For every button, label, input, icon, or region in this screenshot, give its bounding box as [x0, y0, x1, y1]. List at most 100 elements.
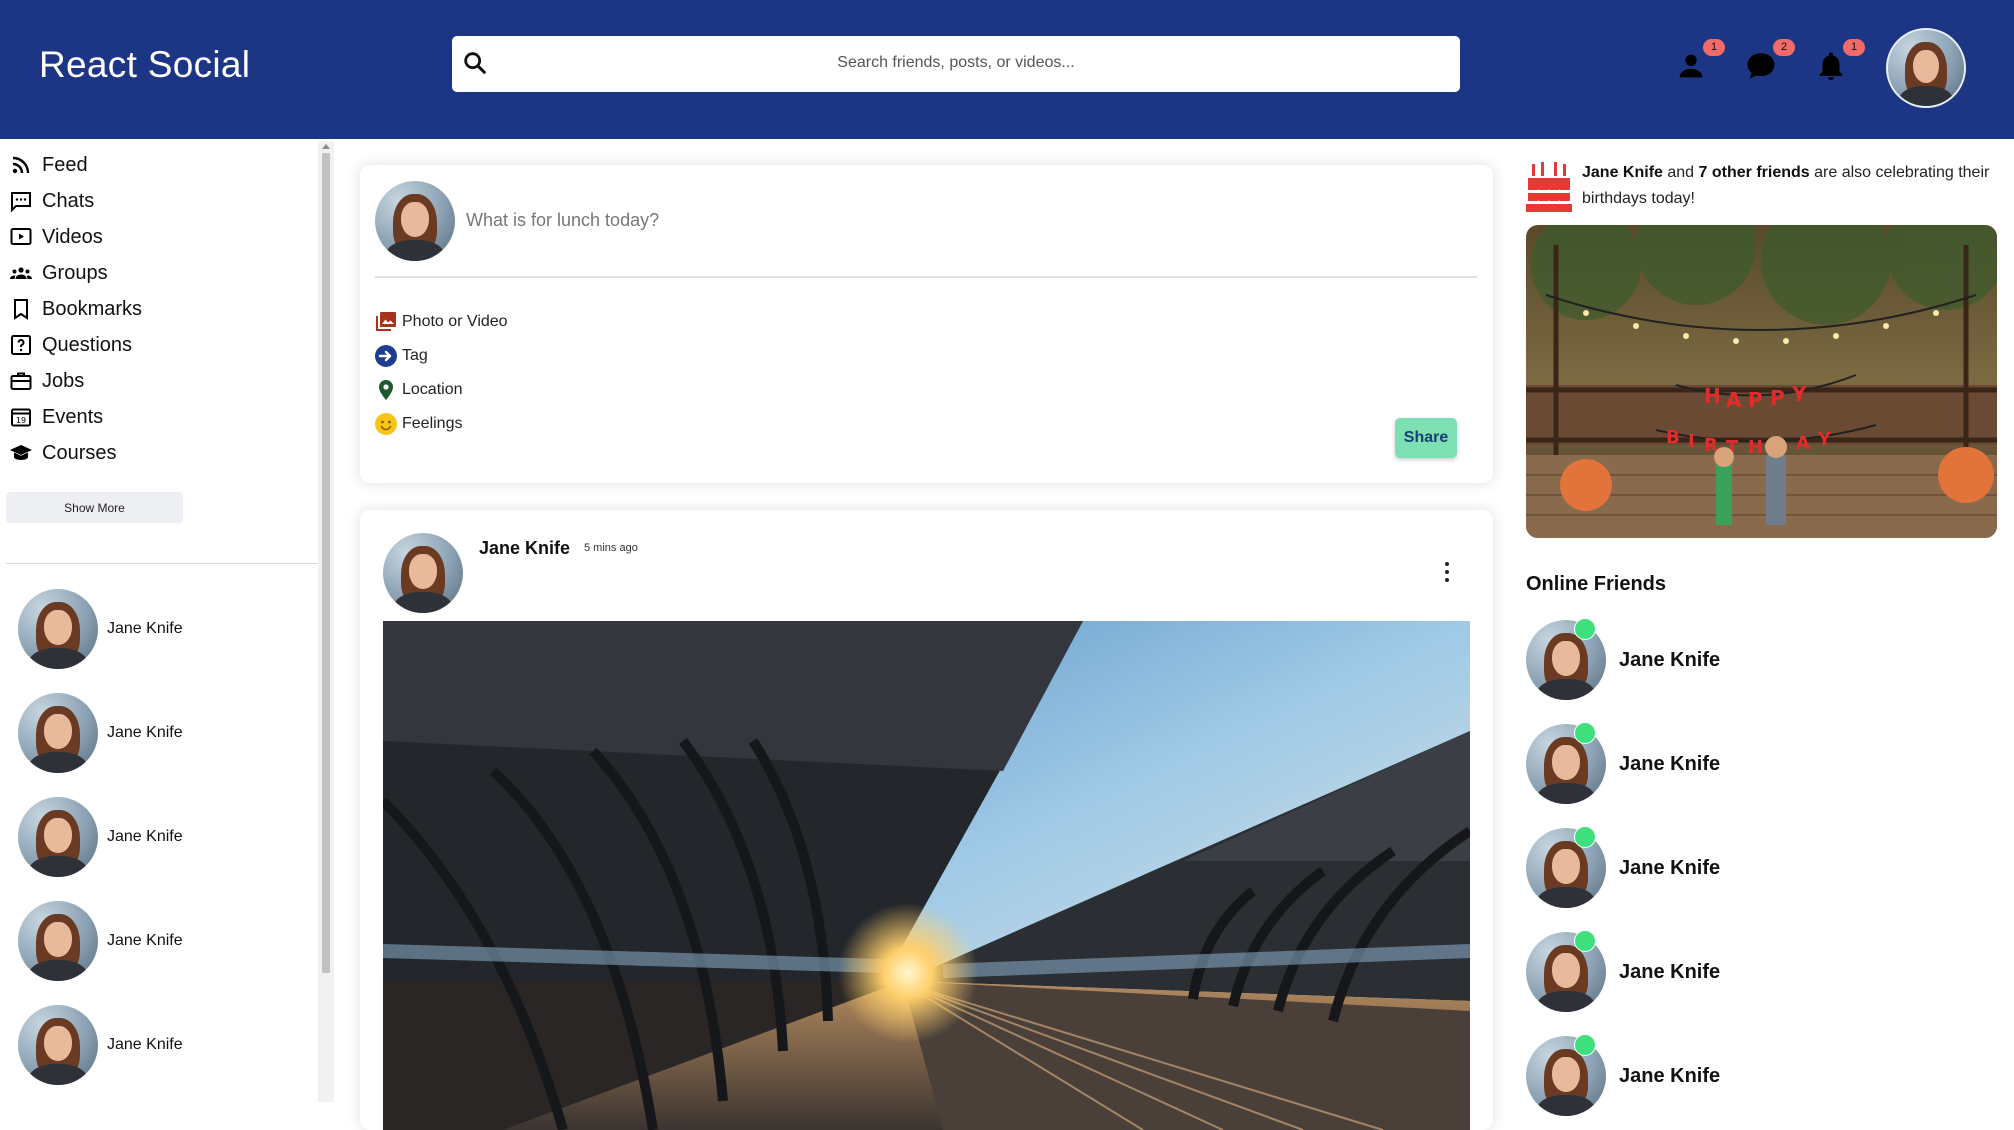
friend-avatar	[18, 901, 98, 981]
sidebar-item-label: Questions	[42, 333, 133, 356]
sidebar-item-chats[interactable]: Chats	[8, 186, 94, 216]
svg-text:B: B	[1666, 427, 1680, 448]
svg-text:19: 19	[16, 416, 26, 425]
sidebar-friend[interactable]: Jane Knife	[18, 1005, 183, 1085]
svg-text:A: A	[1726, 388, 1742, 412]
room-icon	[374, 378, 398, 402]
notifications-icon-button[interactable]: 1	[1814, 39, 1865, 83]
online-status-dot	[1574, 930, 1596, 952]
scroll-up-arrow-icon[interactable]	[322, 144, 330, 149]
friend-name: Jane Knife	[1619, 752, 1721, 775]
sidebar-friend[interactable]: Jane Knife	[18, 901, 183, 981]
sidebar-divider	[6, 563, 318, 564]
post-time: 5 mins ago	[584, 542, 638, 554]
online-friend[interactable]: Jane Knife	[1526, 618, 1721, 700]
sidebar-item-label: Chats	[42, 189, 95, 212]
friend-avatar	[18, 797, 98, 877]
sidebar-item-groups[interactable]: Groups	[8, 258, 108, 288]
online-status-dot	[1574, 618, 1596, 640]
sidebar-item-label: Videos	[42, 225, 103, 248]
perm-media-icon	[374, 310, 398, 334]
sidebar-friend[interactable]: Jane Knife	[18, 693, 183, 773]
online-friend[interactable]: Jane Knife	[1526, 722, 1721, 804]
online-status-dot	[1574, 722, 1596, 744]
birthday-ad-image[interactable]: HAPPY BIRTHDAY	[1526, 225, 1997, 538]
share-option-label: Feelings	[402, 415, 463, 432]
friend-name: Jane Knife	[1619, 1064, 1721, 1087]
svg-text:Y: Y	[1791, 382, 1807, 406]
chat-badge: 2	[1773, 39, 1795, 56]
birthday-friend-name[interactable]: Jane Knife	[1582, 164, 1663, 181]
sidebar-item-label: Groups	[42, 261, 108, 284]
share-option-label: Tag	[402, 347, 428, 364]
friend-name: Jane Knife	[1619, 960, 1721, 983]
online-friend[interactable]: Jane Knife	[1526, 1034, 1721, 1116]
sidebar-friend[interactable]: Jane Knife	[18, 589, 183, 669]
cake-icon	[1526, 162, 1572, 212]
birthday-others[interactable]: 7 other friends	[1699, 164, 1810, 181]
svg-text:P: P	[1770, 386, 1785, 410]
share-button[interactable]: Share	[1395, 418, 1457, 458]
notifications-icon	[1819, 52, 1843, 81]
sidebar-item-courses[interactable]: Courses	[8, 438, 116, 468]
sidebar-item-label: Events	[42, 405, 104, 428]
share-option-photo[interactable]: Photo or Video	[374, 309, 508, 335]
online-status-dot	[1574, 826, 1596, 848]
notifications-badge: 1	[1843, 39, 1865, 56]
sidebar-scrollbar[interactable]	[318, 141, 334, 1102]
search-input[interactable]: Search friends, posts, or videos...	[452, 54, 1460, 72]
sidebar-item-questions[interactable]: Questions	[8, 330, 132, 360]
left-sidebar: Feed Chats Videos Groups Bookmarks Quest…	[0, 139, 334, 1102]
chat-icon	[1747, 53, 1775, 79]
sidebar-item-bookmarks[interactable]: Bookmarks	[8, 294, 142, 324]
friend-name: Jane Knife	[107, 932, 183, 949]
sidebar-item-label: Jobs	[42, 369, 85, 392]
app-logo[interactable]: React Social	[39, 44, 250, 86]
share-option-location[interactable]: Location	[374, 377, 463, 403]
post-author[interactable]: Jane Knife	[479, 538, 570, 559]
share-option-feelings[interactable]: Feelings	[374, 411, 462, 437]
post-card: Jane Knife 5 mins ago	[360, 510, 1493, 1130]
post-author-avatar[interactable]	[383, 533, 463, 613]
friend-name: Jane Knife	[107, 724, 183, 741]
share-option-label: Location	[402, 381, 463, 398]
friend-name: Jane Knife	[1619, 648, 1721, 671]
chat-icon-button[interactable]: 2	[1744, 39, 1795, 83]
sidebar-item-label: Courses	[42, 441, 117, 464]
emoji-icon	[374, 412, 398, 436]
share-option-tag[interactable]: Tag	[374, 343, 428, 369]
rss-feed-icon	[8, 152, 34, 178]
profile-avatar[interactable]	[1886, 28, 1966, 108]
post-image[interactable]	[383, 621, 1470, 1130]
search-bar[interactable]: Search friends, posts, or videos...	[452, 36, 1460, 92]
online-friend[interactable]: Jane Knife	[1526, 930, 1721, 1012]
share-card: What is for lunch today? Photo or Video …	[360, 165, 1493, 483]
sidebar-item-videos[interactable]: Videos	[8, 222, 103, 252]
sidebar-item-events[interactable]: 19 Events	[8, 402, 103, 432]
svg-text:Y: Y	[1817, 429, 1832, 450]
play-circle-icon	[8, 224, 34, 250]
share-input[interactable]: What is for lunch today?	[466, 210, 659, 231]
friend-name: Jane Knife	[107, 828, 183, 845]
svg-text:I: I	[1688, 431, 1695, 452]
sidebar-item-feed[interactable]: Feed	[8, 150, 88, 180]
show-more-button[interactable]: Show More	[6, 492, 183, 523]
online-status-dot	[1574, 1034, 1596, 1056]
scrollbar-thumb[interactable]	[322, 153, 330, 973]
person-icon-button[interactable]: 1	[1674, 39, 1725, 83]
sidebar-item-jobs[interactable]: Jobs	[8, 366, 84, 396]
friend-avatar	[18, 589, 98, 669]
birthday-connector: and	[1667, 164, 1695, 181]
share-option-label: Photo or Video	[402, 313, 508, 330]
svg-text:P: P	[1748, 388, 1763, 412]
work-outline-icon	[8, 368, 34, 394]
friend-name: Jane Knife	[1619, 856, 1721, 879]
bookmark-icon	[8, 296, 34, 322]
chat-bubble-icon	[8, 188, 34, 214]
more-vert-icon[interactable]	[1440, 560, 1454, 584]
online-friend[interactable]: Jane Knife	[1526, 826, 1721, 908]
svg-text:H: H	[1748, 437, 1763, 458]
person-icon	[1679, 54, 1703, 78]
birthday-notice: Jane Knife and 7 other friends are also …	[1582, 160, 2002, 212]
sidebar-friend[interactable]: Jane Knife	[18, 797, 183, 877]
